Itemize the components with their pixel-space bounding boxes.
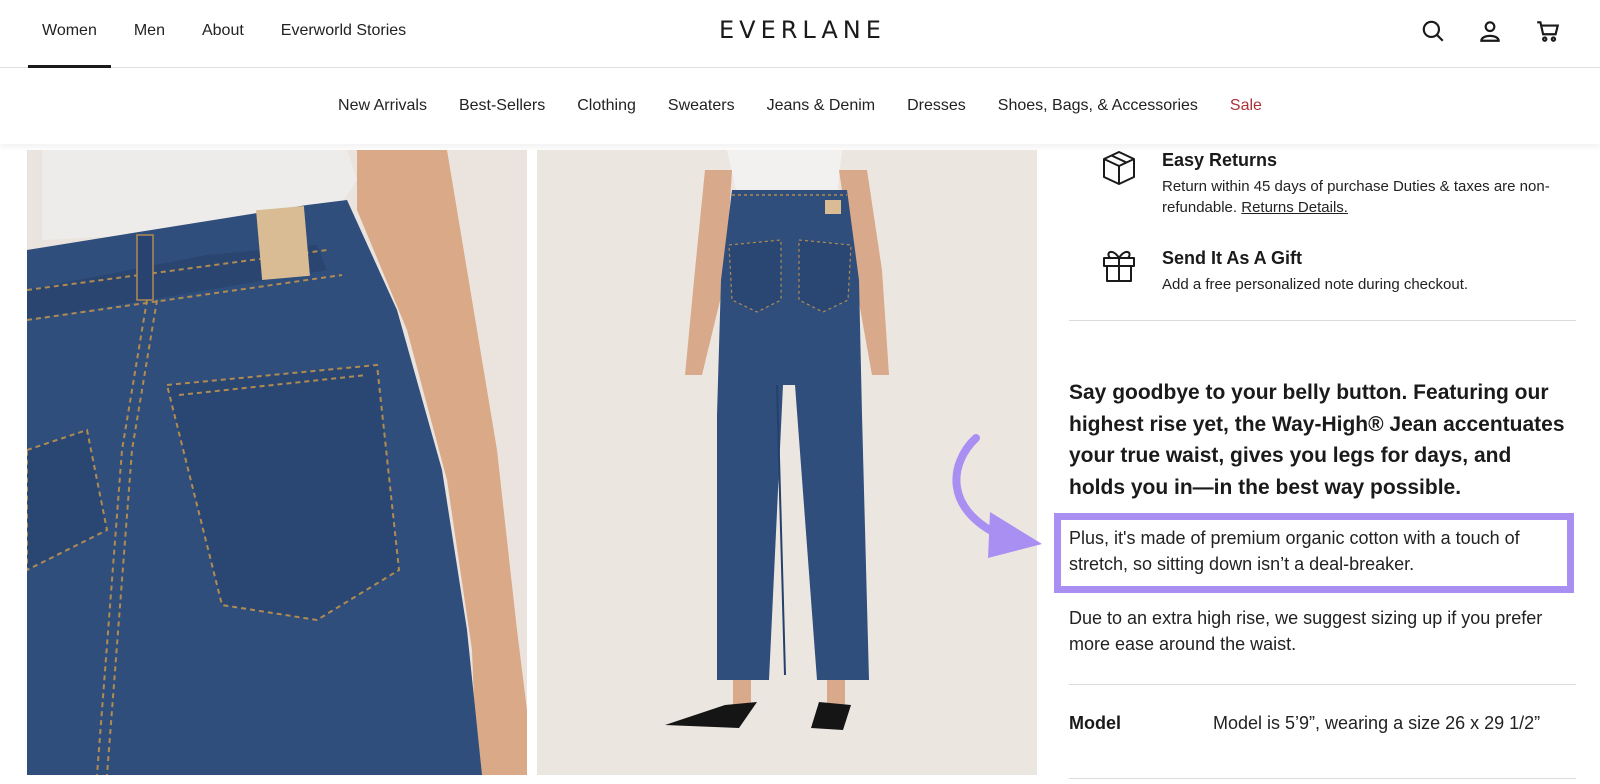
perk-title: Send It As A Gift (1162, 248, 1303, 268)
annotation-arrow-icon (952, 434, 1042, 558)
search-icon[interactable] (1420, 18, 1446, 44)
model-label: Model (1069, 713, 1121, 733)
fit-note: Due to an extra high rise, we suggest si… (1069, 608, 1543, 654)
category-nav: New Arrivals Best-Sellers Clothing Sweat… (0, 68, 1600, 144)
returns-details-link[interactable]: Returns Details. (1241, 199, 1348, 216)
gift-icon (1099, 244, 1139, 284)
category-sweaters[interactable]: Sweaters (668, 97, 735, 115)
product-photo-closeup[interactable] (27, 150, 527, 775)
perk-title: Easy Returns (1162, 150, 1278, 170)
account-icon[interactable] (1477, 18, 1503, 44)
category-best-sellers[interactable]: Best-Sellers (459, 97, 545, 115)
product-description-lead: Say goodbye to your belly button. Featur… (1069, 381, 1565, 499)
product-description-highlighted: Plus, it's made of premium organic cotto… (1069, 528, 1520, 574)
divider (1069, 778, 1576, 779)
nav-everworld-stories[interactable]: Everworld Stories (267, 0, 420, 68)
nav-men[interactable]: Men (120, 0, 179, 68)
category-sale[interactable]: Sale (1230, 97, 1262, 115)
nav-women[interactable]: Women (28, 0, 111, 68)
top-header: Women Men About Everworld Stories EVERLA… (0, 0, 1600, 68)
nav-about[interactable]: About (188, 0, 258, 68)
category-jeans-denim[interactable]: Jeans & Denim (767, 97, 876, 115)
perk-description: Add a free personalized note during chec… (1162, 276, 1469, 293)
cart-icon[interactable] (1535, 18, 1561, 44)
category-clothing[interactable]: Clothing (577, 97, 636, 115)
perk-text: Return within 45 days of purchase Duties… (1162, 176, 1582, 218)
brand-logo[interactable]: EVERLANE (719, 16, 886, 44)
perk-description: Return within 45 days of purchase Duties… (1162, 178, 1550, 216)
category-new-arrivals[interactable]: New Arrivals (338, 97, 427, 115)
model-value: Model is 5’9”, wearing a size 26 x 29 1/… (1213, 713, 1541, 733)
divider (1069, 320, 1576, 321)
box-icon (1099, 148, 1139, 188)
category-shoes-bags-accessories[interactable]: Shoes, Bags, & Accessories (998, 97, 1198, 115)
divider (1069, 684, 1576, 685)
category-bar: New Arrivals Best-Sellers Clothing Sweat… (0, 68, 1600, 144)
category-dresses[interactable]: Dresses (907, 97, 966, 115)
main-nav: Women Men About Everworld Stories (28, 0, 429, 68)
